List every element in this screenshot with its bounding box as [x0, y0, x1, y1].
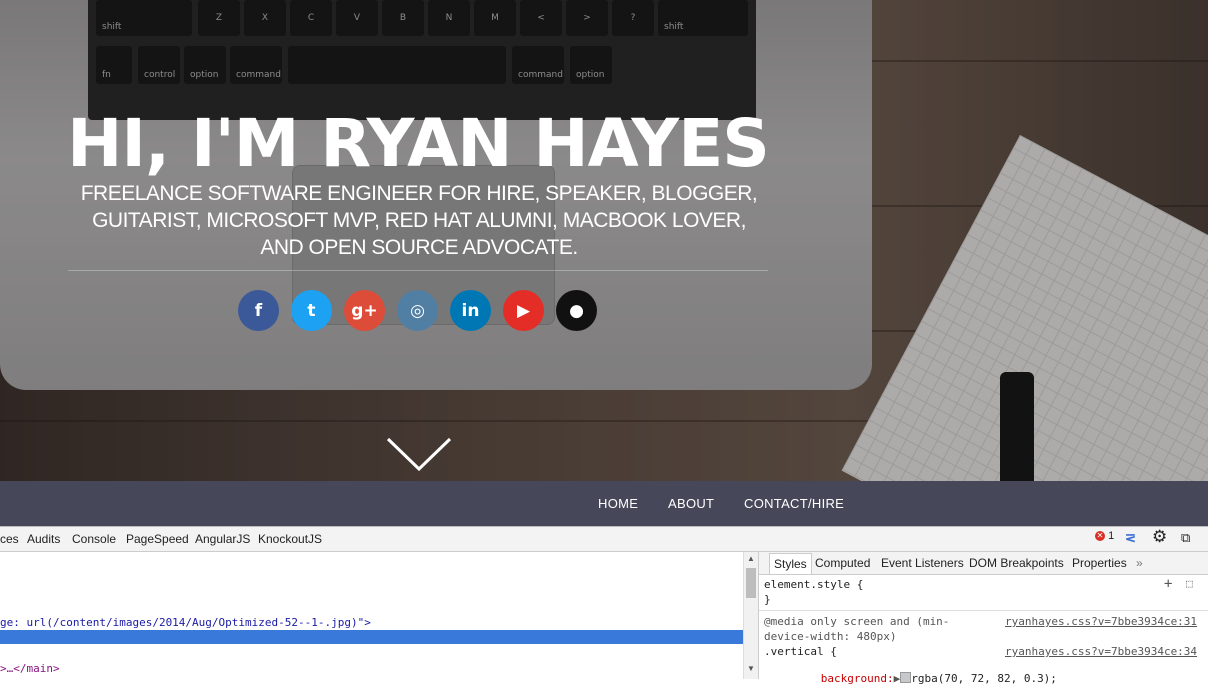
- tab-knockoutjs[interactable]: KnockoutJS: [258, 532, 322, 546]
- tab-styles[interactable]: Styles: [769, 553, 812, 574]
- nav-home[interactable]: HOME: [598, 496, 638, 511]
- google-plus-icon[interactable]: g+: [344, 290, 385, 331]
- tab-audits[interactable]: Audits: [27, 532, 60, 546]
- tab-dom-breakpoints[interactable]: DOM Breakpoints: [969, 556, 1064, 570]
- tab-pagespeed[interactable]: PageSpeed: [126, 532, 189, 546]
- devtools-panel: ces Audits Console PageSpeed AngularJS K…: [0, 526, 1208, 685]
- element-style-close: }: [764, 593, 771, 606]
- inspect-state-icon[interactable]: ⬚: [1186, 577, 1193, 590]
- scrollbar-thumb[interactable]: [746, 568, 756, 598]
- twitter-icon[interactable]: t: [291, 290, 332, 331]
- tab-angularjs[interactable]: AngularJS: [195, 532, 250, 546]
- instagram-icon[interactable]: ◎: [397, 290, 438, 331]
- scrollbar[interactable]: ▲ ▼: [743, 552, 758, 679]
- linkedin-icon[interactable]: in: [450, 290, 491, 331]
- media-query-line-2: device-width: 480px): [764, 630, 897, 643]
- media-query: @media only screen and (min-: [764, 615, 950, 628]
- divider: [68, 270, 768, 271]
- elements-panel: ge: url(/content/images/2014/Aug/Optimiz…: [0, 552, 743, 679]
- css-value: rgba(70, 72, 82, 0.3);: [911, 672, 1057, 685]
- more-tabs-icon[interactable]: »: [1136, 556, 1143, 570]
- css-property: background:: [820, 672, 894, 685]
- tab-properties[interactable]: Properties: [1072, 556, 1127, 570]
- hero-section: caps lockASDFGHJK;'returnshiftZXCVBNM<>?…: [0, 0, 1208, 481]
- chevron-down-icon[interactable]: [385, 436, 453, 472]
- facebook-icon[interactable]: f: [238, 290, 279, 331]
- nav-contact-hire[interactable]: CONTACT/HIRE: [744, 496, 844, 511]
- media-source-link[interactable]: ryanhayes.css?v=7bbe3934ce:31: [1005, 615, 1197, 628]
- styles-pane: Styles Computed Event Listeners DOM Brea…: [758, 552, 1208, 685]
- dom-line[interactable]: ge: url(/content/images/2014/Aug/Optimiz…: [0, 616, 371, 629]
- social-links: f t g+ ◎ in ▶ ●: [238, 290, 597, 331]
- nav-about[interactable]: ABOUT: [668, 496, 714, 511]
- tab-resources[interactable]: ces: [0, 532, 19, 546]
- youtube-icon[interactable]: ▶: [503, 290, 544, 331]
- main-nav: HOME ABOUT CONTACT/HIRE: [0, 481, 1208, 526]
- add-rule-icon[interactable]: +: [1164, 576, 1172, 592]
- error-icon: ✕: [1095, 531, 1105, 541]
- tab-computed[interactable]: Computed: [815, 556, 870, 570]
- devtools-toolbar: ces Audits Console PageSpeed AngularJS K…: [0, 527, 1208, 552]
- tab-console[interactable]: Console: [72, 532, 116, 546]
- divider: [759, 610, 1208, 611]
- page-title: HI, I'M RYAN HAYES: [67, 105, 770, 182]
- hero-subtitle: FREELANCE SOFTWARE ENGINEER FOR HIRE, SP…: [80, 182, 758, 259]
- error-counter[interactable]: ✕ 1: [1095, 530, 1114, 542]
- dock-icon[interactable]: ⧉: [1181, 530, 1190, 546]
- console-drawer-icon[interactable]: ⋜: [1125, 530, 1136, 546]
- github-icon[interactable]: ●: [556, 290, 597, 331]
- error-count: 1: [1108, 530, 1115, 542]
- scroll-up-icon[interactable]: ▲: [747, 554, 755, 563]
- tab-event-listeners[interactable]: Event Listeners: [881, 556, 964, 570]
- styles-tabs: Styles Computed Event Listeners DOM Brea…: [759, 552, 1208, 575]
- selector-source-link[interactable]: ryanhayes.css?v=7bbe3934ce:34: [1005, 645, 1197, 658]
- css-declaration[interactable]: background:▶ rgba(70, 72, 82, 0.3);: [781, 659, 1057, 698]
- gear-icon[interactable]: ⚙: [1152, 527, 1167, 547]
- css-selector[interactable]: .vertical {: [764, 645, 837, 658]
- selected-dom-line[interactable]: [0, 630, 743, 644]
- scroll-down-icon[interactable]: ▼: [747, 664, 755, 673]
- dom-line[interactable]: >…</main>: [0, 662, 60, 675]
- element-style-selector[interactable]: element.style {: [764, 578, 863, 591]
- expand-triangle-icon[interactable]: ▶: [894, 672, 901, 685]
